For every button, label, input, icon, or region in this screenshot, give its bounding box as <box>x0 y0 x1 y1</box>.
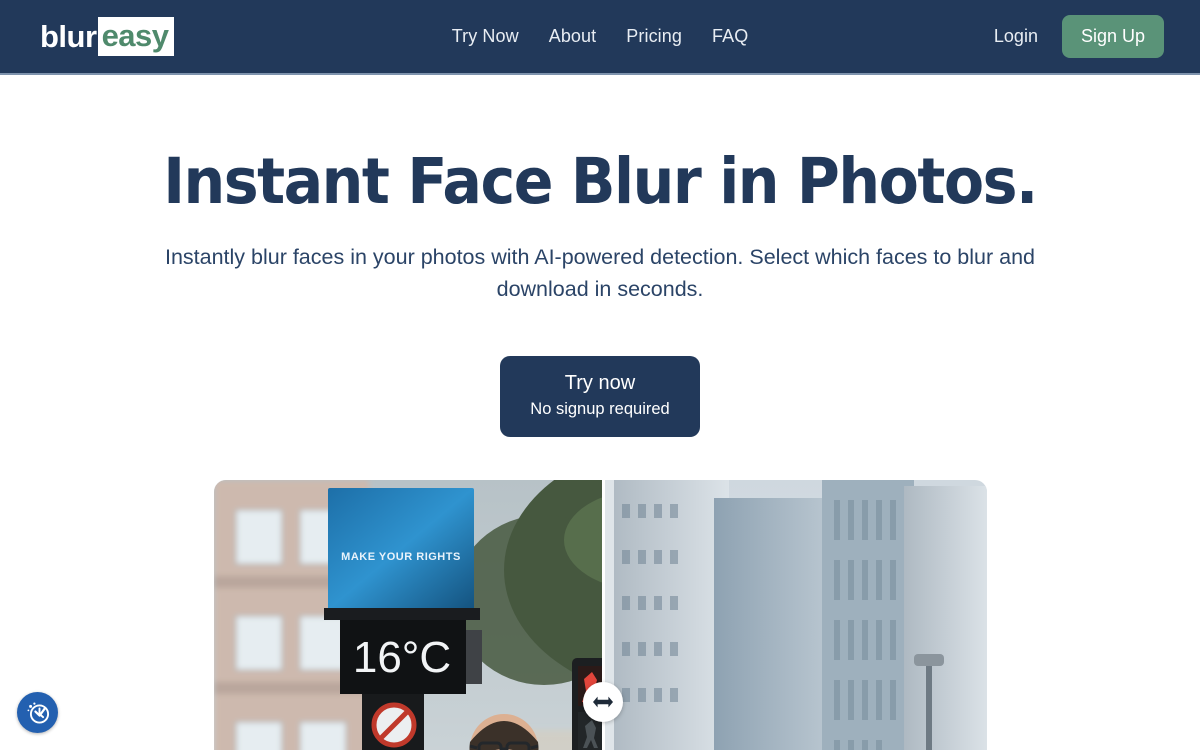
signup-button[interactable]: Sign Up <box>1061 14 1164 59</box>
nav-item-try-now[interactable]: Try Now <box>452 26 519 47</box>
comparison-slider-handle[interactable] <box>583 682 623 723</box>
before-after-comparison[interactable]: Mastranha Sao Cidade Limpa <box>213 480 987 750</box>
hero-section: Instant Face Blur in Photos. Instantly b… <box>0 75 1200 750</box>
page-title: Instant Face Blur in Photos. <box>163 145 1038 218</box>
nav-item-faq[interactable]: FAQ <box>712 26 748 47</box>
site-header: blur easy Try Now About Pricing FAQ Login… <box>0 0 1200 75</box>
header-actions: Login Sign Up <box>994 14 1164 59</box>
accessibility-clock-icon <box>27 702 49 724</box>
login-link[interactable]: Login <box>994 26 1038 47</box>
left-right-arrow-icon <box>593 697 613 708</box>
accessibility-widget-button[interactable] <box>17 692 58 733</box>
nav-item-about[interactable]: About <box>549 26 597 47</box>
nav-item-pricing[interactable]: Pricing <box>626 26 682 47</box>
try-now-button-label: Try now <box>564 372 636 395</box>
main-nav: Try Now About Pricing FAQ <box>452 26 749 47</box>
svg-text:MAKE YOUR RIGHTS: MAKE YOUR RIGHTS <box>341 551 461 563</box>
try-now-button[interactable]: Try now No signup required <box>500 356 700 438</box>
try-now-button-note: No signup required <box>530 400 670 419</box>
comparison-before-image: MAKE YOUR RIGHTS 16°C <box>213 480 602 750</box>
brand-logo-easy: easy <box>97 17 174 56</box>
svg-text:16°C: 16°C <box>352 633 450 682</box>
brand-logo-blur: blur <box>40 19 97 54</box>
hero-subtitle: Instantly blur faces in your photos with… <box>164 245 1036 302</box>
brand-logo[interactable]: blur easy <box>40 17 174 56</box>
cta-container: Try now No signup required <box>0 356 1200 438</box>
